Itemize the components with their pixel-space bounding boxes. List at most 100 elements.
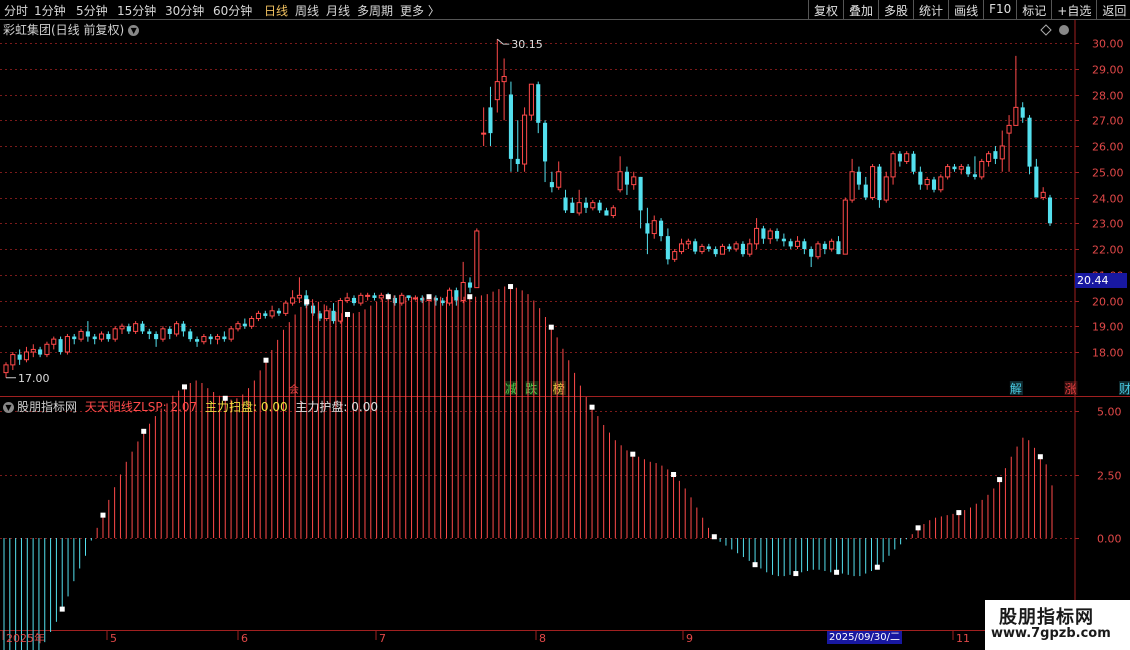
chevron-down-icon[interactable]: ▼ [128,25,140,36]
candle-body [645,223,650,234]
candle-body [460,281,466,302]
candle-body [993,151,998,159]
candle-body [331,310,336,322]
candle-body [576,202,582,214]
candle-body [794,240,801,247]
candle-body [536,84,541,123]
candle-body [214,336,221,340]
candle-body [201,336,207,343]
indicator-y-tick-label: 2.50 [1097,470,1122,483]
main-chart-title[interactable]: 彩虹集团(日线 前复权) ▼ [3,21,140,38]
indicator-dot [874,564,880,570]
candle-body [106,333,111,340]
candle-body [44,343,50,356]
event-marker: 财 [1119,382,1130,396]
candle-body [296,294,302,299]
candle-body [924,178,930,186]
x-tick-label: 2025年 [6,631,45,645]
candle-body [242,323,247,327]
candle-body [727,246,732,249]
candle-body [842,199,848,255]
candle-body [38,349,43,355]
indicator-dot [630,451,636,457]
candle-body [931,179,937,190]
candle-body [488,107,493,134]
candle-body [747,243,753,255]
candle-body [809,249,814,257]
candle-body [112,328,118,340]
candle-body [508,94,513,159]
indicator-y-tick-label: 0.00 [1097,533,1122,546]
candle-body [85,331,90,337]
candle-body [147,331,152,334]
event-marker: 解 [1010,382,1022,396]
candle-body [474,230,480,289]
indicator-dot [181,384,187,390]
candle-body [406,295,411,298]
candle-body [255,312,262,320]
event-marker: 跌 [525,381,537,396]
candle-body [412,297,418,300]
candle-body [836,241,841,255]
indicator-zlsp-value: 天天阳线ZLSP: 2.07 [84,400,198,414]
indicator-y-tick-label: 5.00 [1097,406,1122,419]
cursor-date-tag: 2025/09/30/二 [827,631,903,644]
candle-body [781,238,786,242]
x-tick-label: 7 [379,632,386,645]
candle-body [283,302,289,314]
candle-body [181,323,186,332]
y-tick-label: 22.00 [1092,244,1124,257]
candle-body [659,220,664,237]
candle-body [78,330,84,340]
candle-body [133,323,139,332]
candle-body [631,176,637,186]
indicator-title[interactable]: ▼ 股朋指标网 天天阳线ZLSP: 2.07 主力扫盘: 0.00 主力护盘: 0… [3,398,378,415]
candle-body [590,202,596,209]
chart-canvas: 18.0019.0020.0021.0022.0023.0024.0025.00… [0,19,1130,650]
candle-body [699,245,705,253]
y-tick-label: 19.00 [1092,321,1124,334]
candle-body [543,122,548,162]
diamond-icon [1040,24,1052,36]
candle-body [604,210,609,216]
indicator-dot [304,299,310,305]
candle-body [556,171,562,188]
candle-body [999,145,1005,160]
candle-body [1020,107,1025,118]
candle-body [610,207,616,217]
candle-body [911,153,916,172]
candle-body [72,336,77,340]
candle-body [467,282,473,288]
candle-body [1027,117,1032,167]
candle-body [706,246,711,249]
y-tick-label: 26.00 [1092,141,1124,154]
candle-body [126,326,131,332]
candle-body [583,202,589,208]
y-tick-label: 24.00 [1092,193,1124,206]
candle-body [30,348,36,353]
indicator-dot [467,294,473,300]
x-tick-label: 11 [956,632,970,645]
candle-body [1006,124,1012,134]
chevron-down-icon[interactable]: ▼ [3,402,14,413]
candle-body [938,176,944,191]
candle-body [10,354,16,366]
candle-body [119,325,125,330]
candle-body [344,297,350,301]
candle-body [890,153,896,178]
candle-body [665,236,670,260]
candle-body [1040,191,1046,199]
candle-body [64,336,70,353]
candle-body [672,251,678,260]
candle-body [92,336,97,340]
low-price-label: 17.00 [18,372,50,385]
candle-body [733,243,739,250]
candle-body [154,333,159,340]
indicator-dot [345,311,351,317]
candle-body [767,230,773,240]
candle-body [849,171,855,201]
candle-body [1047,197,1053,224]
indicator-dot [263,357,269,363]
candle-body [515,158,520,165]
indicator-dot [141,428,147,434]
